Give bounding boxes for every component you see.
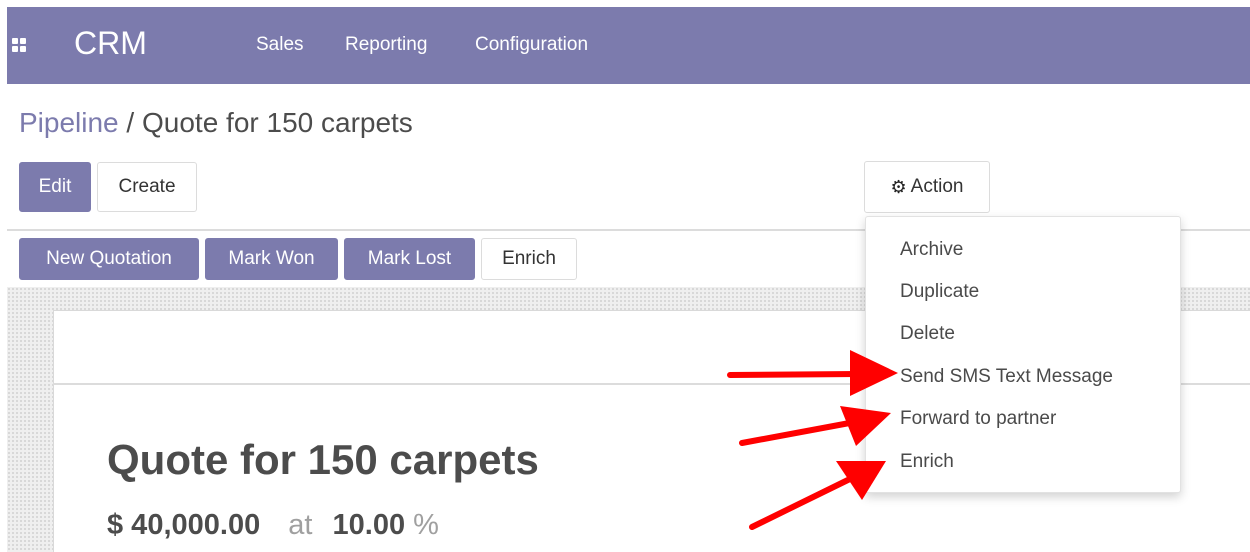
record-title[interactable]: Quote for 150 carpets [107,436,539,484]
edit-button[interactable]: Edit [19,162,91,212]
enrich-button[interactable]: Enrich [481,238,577,280]
percent-sign: % [413,509,439,541]
menu-item-delete[interactable]: Delete [900,323,955,345]
breadcrumb-separator: / [126,107,135,138]
action-button-label: Action [910,176,964,197]
nav-item-reporting[interactable]: Reporting [345,34,427,56]
top-navbar: CRM Sales Reporting Configuration [7,7,1250,84]
action-dropdown-menu: Archive Duplicate Delete Send SMS Text M… [865,216,1181,493]
new-quotation-button[interactable]: New Quotation [19,238,199,280]
nav-item-sales[interactable]: Sales [256,34,304,56]
menu-item-archive[interactable]: Archive [900,239,963,261]
app-brand[interactable]: CRM [74,25,147,62]
at-label: at [288,509,313,541]
probability-value[interactable]: 10.00 [333,509,406,541]
breadcrumb-current: Quote for 150 carpets [141,107,413,138]
breadcrumb: Pipeline / Quote for 150 carpets [19,107,413,139]
action-dropdown-button[interactable]: ⚙ Action [864,161,990,213]
create-button[interactable]: Create [97,162,197,212]
menu-item-enrich[interactable]: Enrich [900,451,954,473]
breadcrumb-pipeline-link[interactable]: Pipeline [19,107,119,138]
revenue-row: $ 40,000.00 at 10.00 % [107,509,439,542]
apps-menu-icon[interactable] [12,38,26,52]
mark-won-button[interactable]: Mark Won [205,238,338,280]
mark-lost-button[interactable]: Mark Lost [344,238,475,280]
menu-item-duplicate[interactable]: Duplicate [900,281,979,303]
expected-revenue[interactable]: $ 40,000.00 [107,509,260,541]
gear-icon: ⚙ [890,176,907,197]
nav-item-configuration[interactable]: Configuration [475,34,588,56]
menu-item-send-sms[interactable]: Send SMS Text Message [900,366,1113,388]
menu-item-forward-to-partner[interactable]: Forward to partner [900,408,1056,430]
